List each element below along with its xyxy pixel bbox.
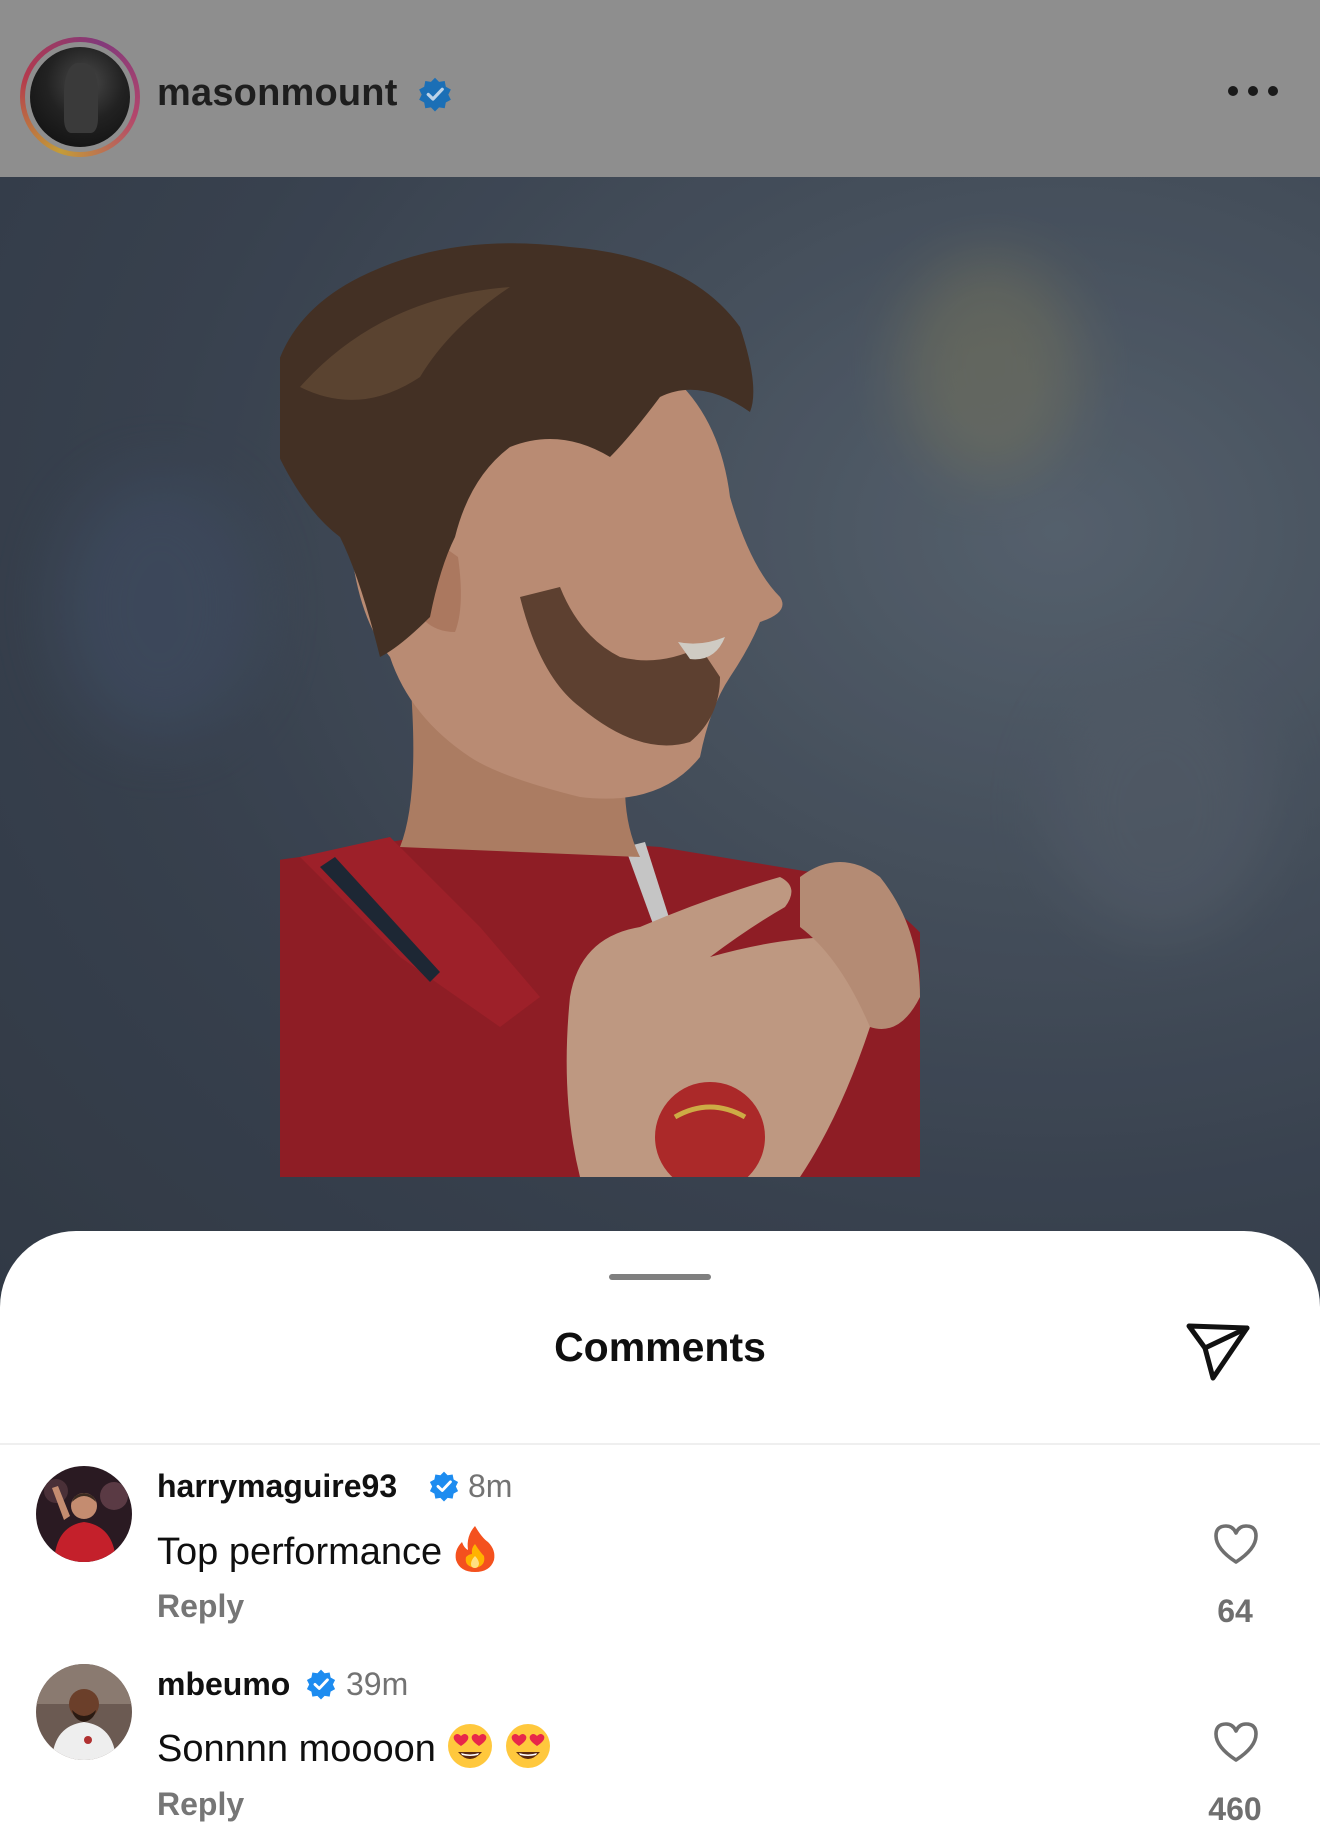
- like-count: 64: [1217, 1593, 1253, 1629]
- like-count: 460: [1208, 1791, 1262, 1827]
- sheet-grabber[interactable]: [609, 1274, 711, 1280]
- more-horizontal-icon[interactable]: [1228, 84, 1278, 98]
- verified-badge-icon: [417, 76, 453, 117]
- post-username[interactable]: masonmount: [157, 72, 398, 115]
- comment-text: Sonnnn moooon: [157, 1722, 552, 1780]
- send-icon[interactable]: [1183, 1316, 1253, 1391]
- reply-button[interactable]: Reply: [157, 1786, 244, 1823]
- comment-item: harrymaguire93 8m Top performance Reply …: [0, 1456, 1320, 1646]
- verified-badge-icon: [428, 1470, 460, 1507]
- sheet-title: Comments: [554, 1324, 766, 1370]
- post-header: masonmount: [0, 0, 1320, 177]
- avatar[interactable]: [36, 1664, 132, 1760]
- heart-icon[interactable]: [1212, 1720, 1260, 1769]
- comment-username[interactable]: harrymaguire93: [157, 1468, 397, 1505]
- comment-username[interactable]: mbeumo: [157, 1666, 290, 1703]
- avatar[interactable]: [36, 1466, 132, 1562]
- comment-item: mbeumo 39m Sonnnn moooon Reply 460: [0, 1654, 1320, 1843]
- heart-eyes-emoji-icon: [446, 1722, 494, 1780]
- comment-text-body: Sonnnn moooon: [157, 1728, 436, 1771]
- reply-button[interactable]: Reply: [157, 1588, 244, 1625]
- heart-eyes-emoji-icon: [504, 1722, 552, 1780]
- fire-emoji-icon: [452, 1524, 498, 1584]
- comment-text-body: Top performance: [157, 1531, 443, 1574]
- comment-text: Top performance: [157, 1524, 498, 1584]
- heart-icon[interactable]: [1212, 1522, 1260, 1571]
- post-photo[interactable]: [0, 177, 1320, 1357]
- comment-timestamp: 39m: [346, 1666, 409, 1702]
- divider: [0, 1443, 1320, 1445]
- comments-sheet: Comments harrymaguire93 8m Top performan…: [0, 1231, 1320, 1843]
- profile-avatar[interactable]: [20, 37, 140, 157]
- verified-badge-icon: [305, 1668, 337, 1705]
- comment-timestamp: 8m: [468, 1468, 513, 1504]
